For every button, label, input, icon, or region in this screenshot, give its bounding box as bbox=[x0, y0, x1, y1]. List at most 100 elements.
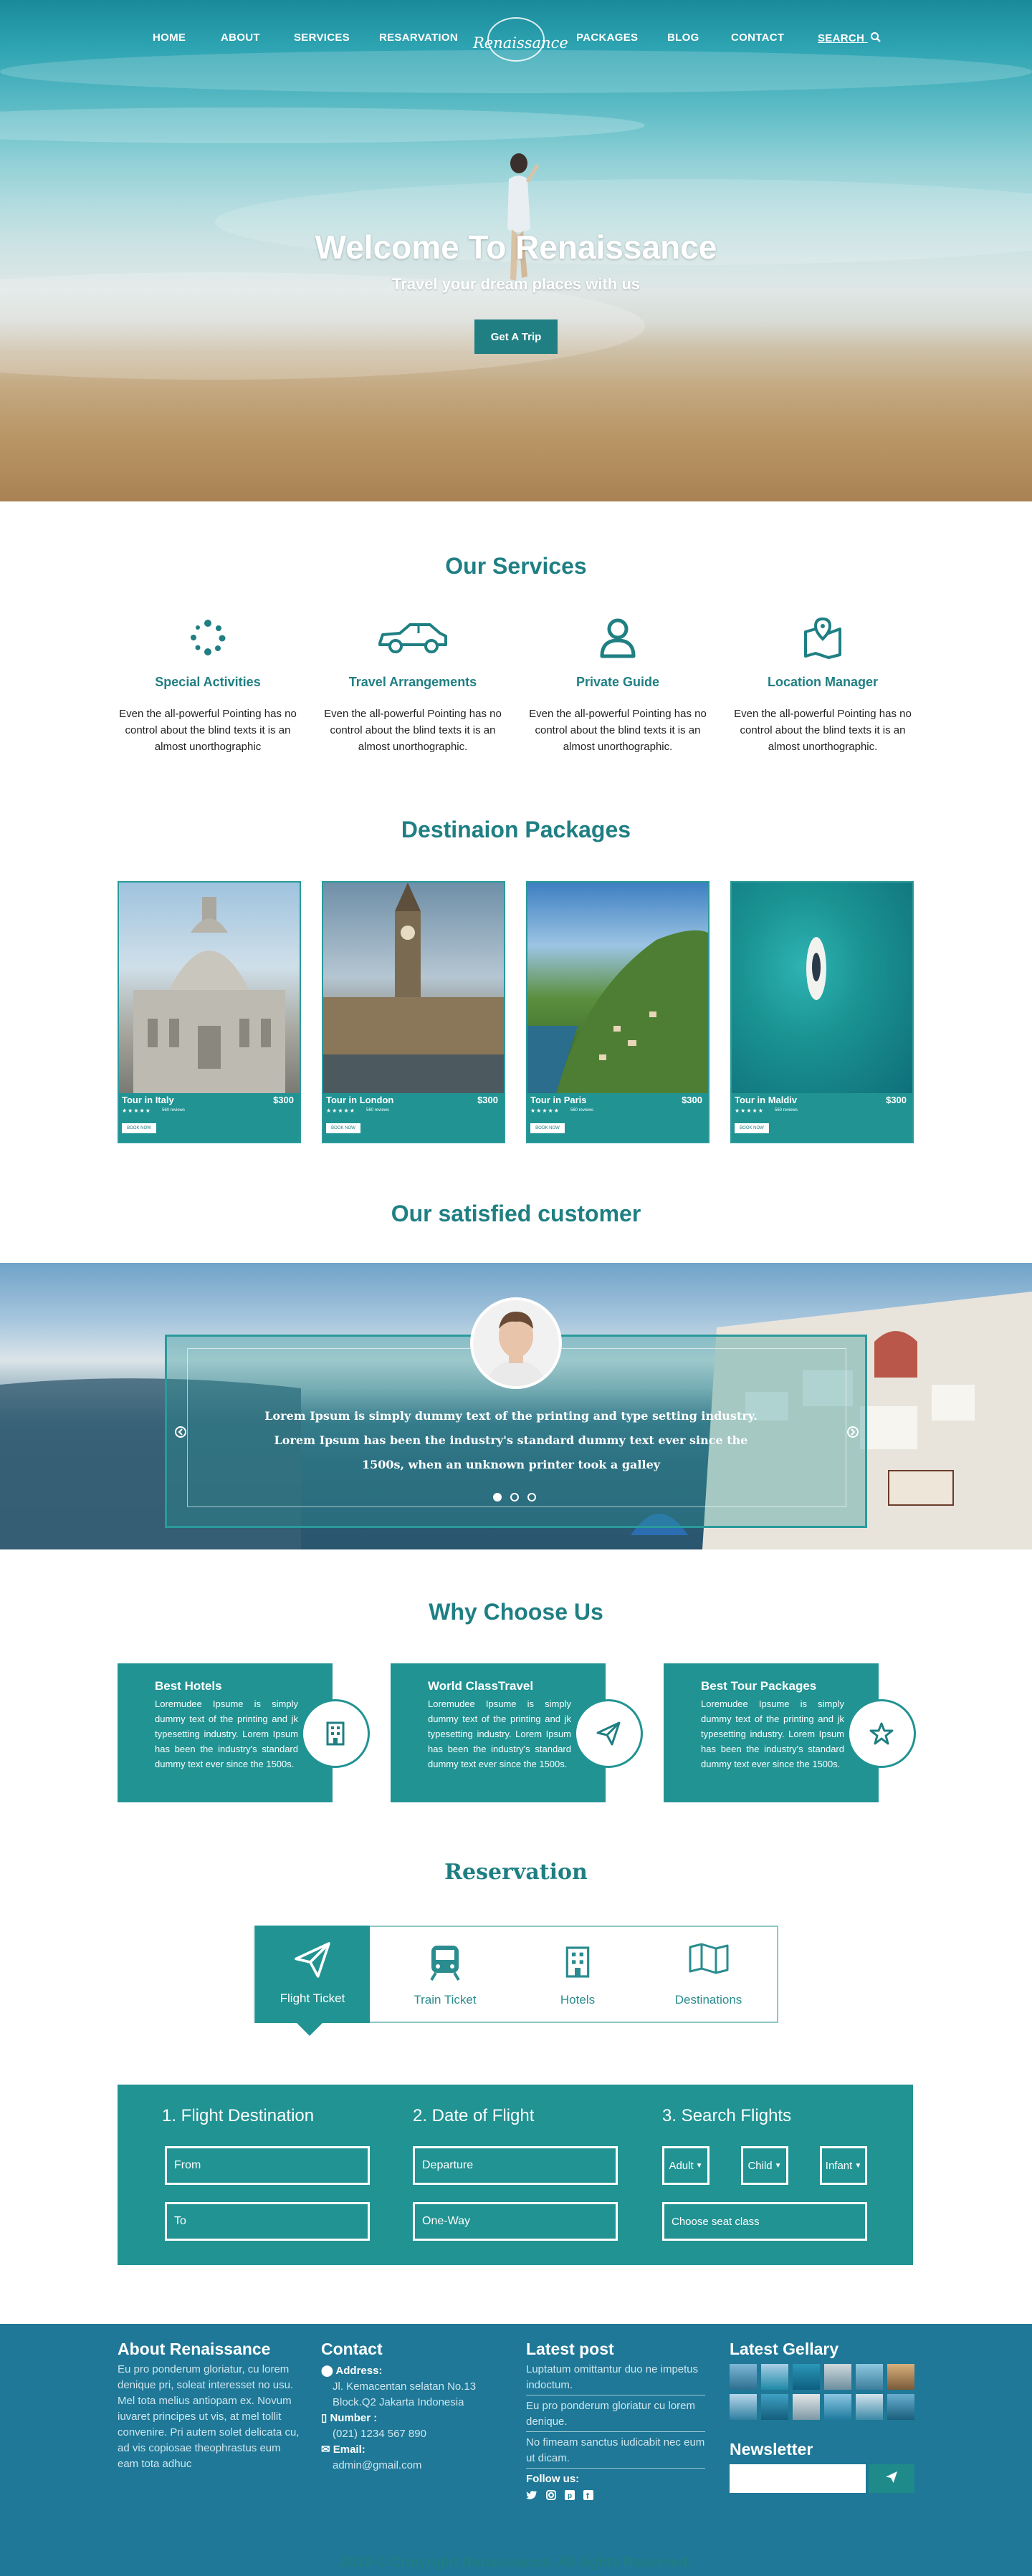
gallery-thumb[interactable] bbox=[730, 2364, 757, 2390]
carousel-dot-active[interactable] bbox=[493, 1493, 502, 1501]
tab-label: Train Ticket bbox=[414, 1993, 477, 2007]
post-link[interactable]: No fimeam sanctus iudicabit nec eum ut d… bbox=[526, 2435, 705, 2469]
footer-gallery-title: Latest Gellary bbox=[730, 2340, 839, 2358]
nav-reservation[interactable]: RESARVATION bbox=[379, 32, 458, 44]
why-card-hotels: Best Hotels Loremudee Ipsume is simply d… bbox=[118, 1663, 370, 1802]
caret-down-icon: ▼ bbox=[695, 2161, 703, 2170]
adult-select[interactable]: Adult ▼ bbox=[662, 2146, 710, 2185]
why-card-title: World ClassTravel bbox=[428, 1679, 534, 1693]
map-pin-icon bbox=[804, 617, 841, 659]
nav-search[interactable]: SEARCH bbox=[818, 32, 882, 44]
nav-packages[interactable]: PACKAGES bbox=[576, 32, 638, 44]
gallery-thumb[interactable] bbox=[856, 2394, 883, 2420]
twitter-icon[interactable] bbox=[526, 2490, 538, 2500]
from-field[interactable]: From bbox=[165, 2146, 370, 2185]
gallery-thumb[interactable] bbox=[824, 2394, 851, 2420]
infant-select[interactable]: Infant ▼ bbox=[820, 2146, 867, 2185]
why-card-text: Loremudee Ipsume is simply dummy text of… bbox=[428, 1698, 571, 1769]
tab-icon-wrap bbox=[373, 1943, 517, 1986]
package-card-paris[interactable]: Tour in Paris $300 ★★★★★ 560 reviews BOO… bbox=[526, 881, 710, 1143]
active-tab-pointer bbox=[297, 2023, 322, 2036]
seat-class-select[interactable]: Choose seat class bbox=[662, 2202, 867, 2241]
package-price: $300 bbox=[477, 1095, 498, 1105]
user-icon bbox=[600, 618, 636, 658]
email-text[interactable]: admin@gmail.com bbox=[321, 2458, 493, 2474]
prev-arrow-icon[interactable] bbox=[174, 1426, 187, 1438]
copyright-text: 2019 © Copyright Renaissance. All rights… bbox=[340, 2555, 692, 2570]
coast-illustration bbox=[527, 930, 708, 1093]
why-card-text: Loremudee Ipsume is simply dummy text of… bbox=[155, 1698, 298, 1769]
instagram-icon[interactable] bbox=[546, 2490, 556, 2500]
number-label-row: ▯ Number : bbox=[321, 2411, 493, 2426]
post-link[interactable]: Eu pro ponderum gloriatur cu lorem deniq… bbox=[526, 2398, 705, 2432]
tab-flight-ticket[interactable]: Flight Ticket bbox=[255, 1926, 370, 2023]
newsletter-email-input[interactable] bbox=[730, 2464, 866, 2493]
carousel-dots bbox=[493, 1493, 543, 1501]
nav-home[interactable]: HOME bbox=[153, 32, 186, 44]
service-icon-wrap bbox=[320, 616, 506, 659]
gallery-thumb[interactable] bbox=[793, 2364, 820, 2390]
tab-icon-wrap bbox=[517, 1943, 639, 1986]
package-image bbox=[732, 883, 912, 1093]
footer-about-text: Eu pro ponderum gloriatur, cu lorem deni… bbox=[118, 2363, 300, 2470]
book-now-button[interactable]: BOOK NOW bbox=[735, 1123, 769, 1133]
gallery-thumb[interactable] bbox=[887, 2394, 914, 2420]
tab-hotels[interactable]: Hotels bbox=[517, 1927, 639, 2023]
trip-type-field[interactable]: One-Way bbox=[413, 2202, 618, 2241]
nav-contact[interactable]: CONTACT bbox=[731, 32, 784, 44]
footer-about-title: About Renaissance bbox=[118, 2340, 271, 2358]
newsletter-submit-button[interactable] bbox=[869, 2464, 914, 2493]
car-icon bbox=[378, 623, 447, 653]
pinterest-icon[interactable]: p bbox=[565, 2490, 575, 2500]
next-arrow-icon[interactable] bbox=[846, 1426, 859, 1438]
gallery-thumb[interactable] bbox=[824, 2364, 851, 2390]
reservation-title: Reservation bbox=[444, 1860, 588, 1885]
nav-blog[interactable]: BLOG bbox=[667, 32, 699, 44]
follow-label: Follow us: bbox=[526, 2473, 580, 2485]
gallery-thumb[interactable] bbox=[856, 2364, 883, 2390]
gallery-thumb[interactable] bbox=[793, 2394, 820, 2420]
package-card-london[interactable]: Tour in London $300 ★★★★★ 560 reviews BO… bbox=[322, 881, 505, 1143]
gallery-thumb[interactable] bbox=[730, 2394, 757, 2420]
tab-destinations[interactable]: Destinations bbox=[639, 1927, 778, 2023]
tab-train-ticket[interactable]: Train Ticket bbox=[373, 1927, 517, 2023]
footer-latest-posts: Latest post Luptatum omittantur duo ne i… bbox=[526, 2340, 712, 2500]
package-rating: ★★★★★ bbox=[530, 1107, 560, 1114]
service-private-guide: Private Guide Even the all-powerful Poin… bbox=[525, 616, 711, 755]
number-label: Number : bbox=[330, 2412, 378, 2424]
customer-portrait bbox=[473, 1300, 559, 1386]
get-a-trip-button[interactable]: Get A Trip bbox=[474, 319, 558, 354]
footer-gallery: Latest Gellary bbox=[730, 2340, 916, 2359]
service-icon-wrap bbox=[525, 616, 711, 659]
carousel-dot[interactable] bbox=[510, 1493, 519, 1501]
service-text: Even the all-powerful Pointing has no co… bbox=[529, 708, 707, 753]
gallery-thumb[interactable] bbox=[761, 2364, 788, 2390]
to-field[interactable]: To bbox=[165, 2202, 370, 2241]
gallery-thumb[interactable] bbox=[761, 2394, 788, 2420]
book-now-button[interactable]: BOOK NOW bbox=[326, 1123, 360, 1133]
logo[interactable]: Renaissance bbox=[473, 14, 568, 64]
departure-field[interactable]: Departure bbox=[413, 2146, 618, 2185]
address-text: Jl. Kemacentan selatan No.13 Block.Q2 Ja… bbox=[333, 2380, 477, 2408]
nav-about[interactable]: ABOUT bbox=[221, 32, 260, 44]
tab-icon-wrap bbox=[639, 1943, 778, 1986]
book-now-button[interactable]: BOOK NOW bbox=[122, 1123, 156, 1133]
package-card-maldiv[interactable]: Tour in Maldiv $300 ★★★★★ 560 reviews BO… bbox=[730, 881, 914, 1143]
infant-select-label: Infant bbox=[825, 2159, 853, 2172]
mail-icon: ✉ bbox=[321, 2443, 330, 2456]
nav-services[interactable]: SERVICES bbox=[294, 32, 350, 44]
address-label: Address: bbox=[335, 2365, 383, 2377]
child-select[interactable]: Child ▼ bbox=[741, 2146, 788, 2185]
facebook-icon[interactable]: f bbox=[583, 2490, 593, 2500]
carousel-dot[interactable] bbox=[527, 1493, 536, 1501]
why-title: Why Choose Us bbox=[429, 1599, 603, 1625]
footer-about: About Renaissance Eu pro ponderum gloria… bbox=[118, 2340, 304, 2472]
package-card-italy[interactable]: Tour in Italy $300 ★★★★★ 560 reviews BOO… bbox=[118, 881, 301, 1143]
post-link[interactable]: Luptatum omittantur duo ne impetus indoc… bbox=[526, 2362, 705, 2395]
book-now-button[interactable]: BOOK NOW bbox=[530, 1123, 565, 1133]
map-icon bbox=[689, 1943, 728, 1974]
adult-select-label: Adult bbox=[669, 2159, 694, 2172]
gallery-thumb[interactable] bbox=[887, 2364, 914, 2390]
services-title: Our Services bbox=[445, 553, 587, 579]
package-price: $300 bbox=[682, 1095, 702, 1105]
